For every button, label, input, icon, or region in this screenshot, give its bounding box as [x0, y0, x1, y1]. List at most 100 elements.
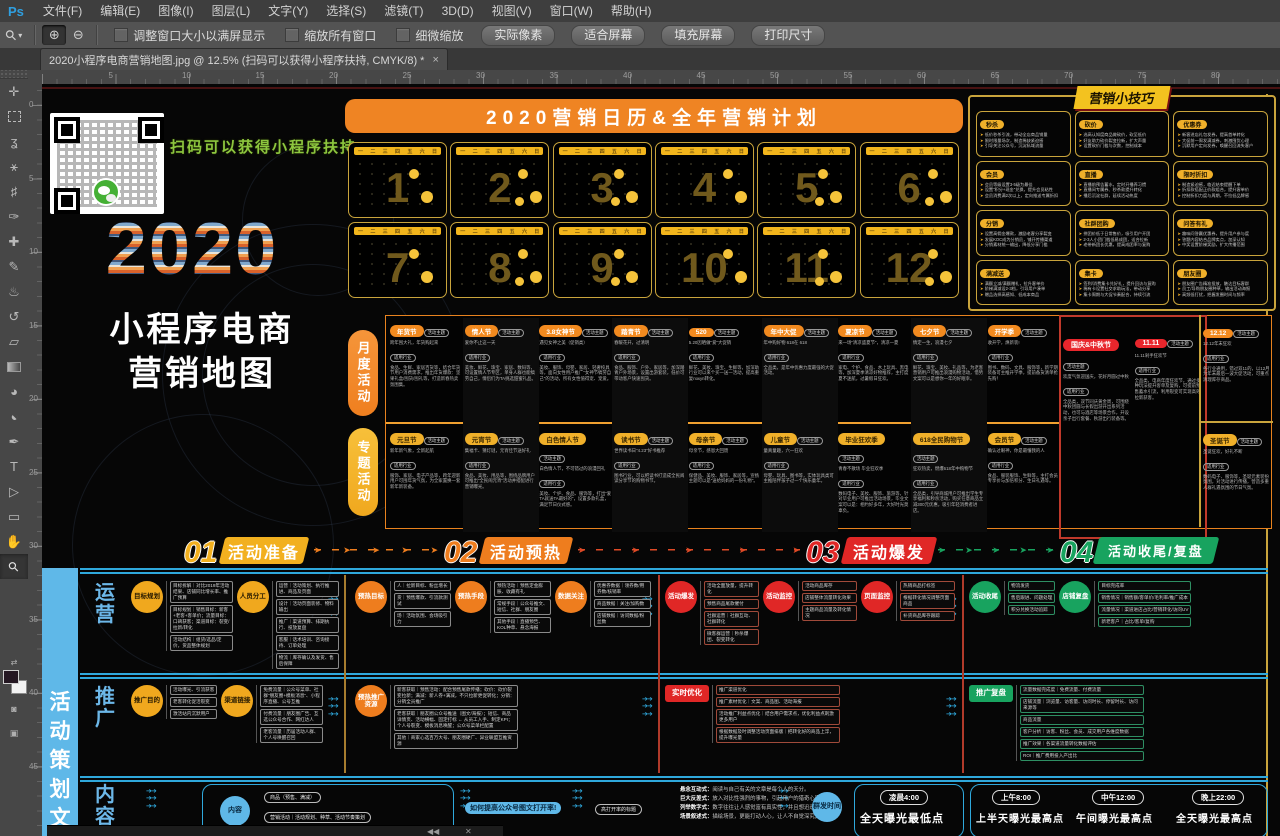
magic-wand-tool[interactable]: ⚹: [0, 154, 28, 179]
menu-item[interactable]: 文件(F): [34, 0, 91, 22]
mindmap-leaves: 活动商品库存店铺整体流量转化效果主题商品流量及转化情况: [798, 581, 857, 621]
zoom-option-checkbox[interactable]: 细微缩放: [396, 27, 463, 44]
menu-item[interactable]: 图层(L): [203, 0, 260, 22]
mindmap-root-node: 人员分工: [237, 581, 269, 613]
mindmap-leaf: 活动结构｜组货/选品/定价，货品整体规划: [170, 635, 233, 651]
zoom-out-button[interactable]: ⊖: [66, 25, 90, 45]
rectangle-tool[interactable]: ▭: [0, 504, 28, 529]
checkbox-box[interactable]: [285, 28, 299, 42]
calendar-weekday-header: 一二三四五六日: [866, 147, 953, 155]
field-label-theme: 活动主题: [648, 329, 674, 337]
move-tool[interactable]: ✛: [0, 79, 28, 104]
hand-tool[interactable]: ✋: [0, 529, 28, 554]
activity-theme: 遇见女神之美（促销类）: [539, 340, 611, 346]
crop-tool[interactable]: ♯: [0, 179, 28, 204]
menu-item[interactable]: 滤镜(T): [375, 0, 432, 22]
tool-icon: T: [10, 459, 18, 474]
mindmap-root-node: 活动收尾: [969, 581, 1001, 613]
tab-close-icon[interactable]: ×: [432, 54, 438, 66]
mindmap-leaf: 目标完成率: [1098, 581, 1191, 591]
ruler-number: 10: [29, 248, 39, 256]
flow-row-label: 运营: [86, 582, 124, 626]
field-label-industry: 适用行业: [1135, 367, 1161, 375]
checkbox-box[interactable]: [114, 28, 128, 42]
rewind-icon[interactable]: ◀◀: [427, 827, 439, 836]
quick-mask-icon[interactable]: ◙: [0, 704, 28, 714]
zoom-tool[interactable]: ⚲: [0, 554, 28, 579]
mindmap-group: 预热目标人｜拉新目标、粉丝增长货｜预售爆款、引流款测试场｜活动氛围、会场吸引力: [355, 581, 451, 633]
menu-item[interactable]: 视图(V): [483, 0, 541, 22]
activity-name: 12.12: [1203, 329, 1233, 338]
menu-item[interactable]: 窗口(W): [541, 0, 602, 22]
field-label-theme: 活动主题: [946, 329, 972, 337]
row-divider-line: [80, 776, 1268, 778]
field-label-theme: 活动主题: [539, 455, 565, 463]
zoom-option-checkbox[interactable]: 调整窗口大小以满屏显示: [114, 27, 265, 44]
weekday-label: 四: [804, 148, 809, 155]
weekday-label: 三: [690, 228, 695, 235]
dodge-tool[interactable]: ◐: [0, 404, 28, 429]
history-brush-tool[interactable]: ↺: [0, 304, 28, 329]
weekday-label: 一: [460, 228, 465, 235]
rectangular-marquee-tool[interactable]: [0, 104, 28, 129]
lasso-tool[interactable]: ʓ: [0, 129, 28, 154]
close-icon[interactable]: ✕: [465, 827, 472, 836]
mindmap-leaf: 活动推广利益点优化｜结合用户需求点，优化利益点刺激更多用户: [716, 709, 840, 725]
content-leaf: 商品（预售、满减）: [264, 792, 321, 803]
panel-grip[interactable]: [0, 70, 28, 79]
activity-industry: 鲜花、珠宝、美妆、礼品等，为老客营销用户可推出浪漫购物活动，借势文案可以是想你一…: [913, 365, 985, 382]
vertical-ruler[interactable]: 051015202530354045: [28, 84, 43, 836]
screen-mode-icon[interactable]: ▣: [0, 728, 28, 739]
mindmap-leaf: 流量情况｜渠道进店占比/营销转化/访问UV: [1098, 605, 1191, 615]
special-activities-label: 专题活动: [348, 428, 378, 516]
mindmap-leaf: 社群运营｜社群互动、社群转化: [704, 611, 759, 627]
calendar-highlight-dot: [723, 249, 733, 259]
activity-column: 618全民购物节活动主题狂欢热卖，燃爆618年中购物节适用行业全品类，引导商城用…: [911, 426, 987, 532]
calendar-weekday-header: 一二三四五六日: [456, 147, 543, 155]
clone-stamp-tool[interactable]: ♨: [0, 279, 28, 304]
mindmap-leaves: 目标完成率销售情况｜销售额/客单价/毛利率/推广成本流量情况｜渠道进店占比/营销…: [1094, 581, 1191, 627]
gradient-tool[interactable]: [0, 354, 28, 379]
brush-tool[interactable]: ✎: [0, 254, 28, 279]
activity-column: 毕业狂欢季活动主题青春不散场 毕业狂欢季适用行业数码电子、美妆、服饰、旅游等，针…: [836, 426, 912, 532]
horizontal-ruler[interactable]: 5101520253035404550556065707580: [42, 70, 1280, 85]
foreground-color-swatch[interactable]: [3, 670, 19, 684]
zoom-option-checkbox[interactable]: 缩放所有窗口: [285, 27, 376, 44]
activity-column: 元宵节活动主题集福卡、猜灯谜，元宵佳节送好礼适用行业食品、美妆、用品等，围绕品牌…: [463, 426, 539, 532]
menu-item[interactable]: 文字(Y): [259, 0, 317, 22]
phase-dash-arrows: ➤➤➤➤➤: [938, 543, 1054, 557]
checkbox-box[interactable]: [396, 28, 410, 42]
calendar-highlight-dot: [928, 169, 938, 179]
document-tab[interactable]: 2020小程序电商营销地图.jpg @ 12.5% (扫码可以获得小程序扶持, …: [40, 48, 448, 71]
mini-status-bar[interactable]: ◀◀ ✕: [47, 825, 503, 836]
pen-tool[interactable]: ✒: [0, 429, 28, 454]
blur-tool[interactable]: ◕: [0, 379, 28, 404]
content-title-pill: 高打开率的标题: [595, 804, 642, 815]
calendar-month-card: 一二三四五六日4: [655, 142, 754, 218]
zoom-tool-preset[interactable]: ⚲ ▾: [0, 27, 28, 44]
options-button[interactable]: 填充屏幕: [661, 25, 735, 46]
path-selection-tool[interactable]: ▷: [0, 479, 28, 504]
type-tool[interactable]: T: [0, 454, 28, 479]
menu-item[interactable]: 图像(I): [149, 0, 202, 22]
weekday-label: 日: [841, 148, 846, 155]
menu-item[interactable]: 编辑(E): [91, 0, 149, 22]
options-button[interactable]: 适合屏幕: [571, 25, 645, 46]
menu-item[interactable]: 选择(S): [317, 0, 375, 22]
zoom-in-button[interactable]: ⊕: [42, 25, 66, 45]
healing-brush-tool[interactable]: ✚: [0, 229, 28, 254]
tip-card-point: ➤ 控制折扣力度与周期，不拉低品牌感: [1177, 193, 1264, 199]
eraser-tool[interactable]: ▱: [0, 329, 28, 354]
zoom-option-checkboxes: 调整窗口大小以满屏显示 缩放所有窗口 细微缩放: [104, 27, 473, 44]
document-canvas[interactable]: 扫码可以获得小程序扶持2020小程序电商营销地图2020营销日历&全年营销计划一…: [42, 84, 1280, 836]
photoshop-window: Ps 文件(F)编辑(E)图像(I)图层(L)文字(Y)选择(S)滤镜(T)3D…: [0, 0, 1280, 836]
mindmap-root-node: 数据关注: [555, 581, 587, 613]
options-button[interactable]: 实际像素: [481, 25, 555, 46]
swap-colors-icon[interactable]: ⇄: [0, 658, 28, 667]
menu-item[interactable]: 3D(D): [433, 0, 483, 22]
activity-name: 3.8女神节: [539, 325, 582, 337]
menu-item[interactable]: 帮助(H): [602, 0, 661, 22]
options-button[interactable]: 打印尺寸: [751, 25, 825, 46]
eyedropper-tool[interactable]: ✑: [0, 204, 28, 229]
weekday-label: 一: [870, 148, 875, 155]
